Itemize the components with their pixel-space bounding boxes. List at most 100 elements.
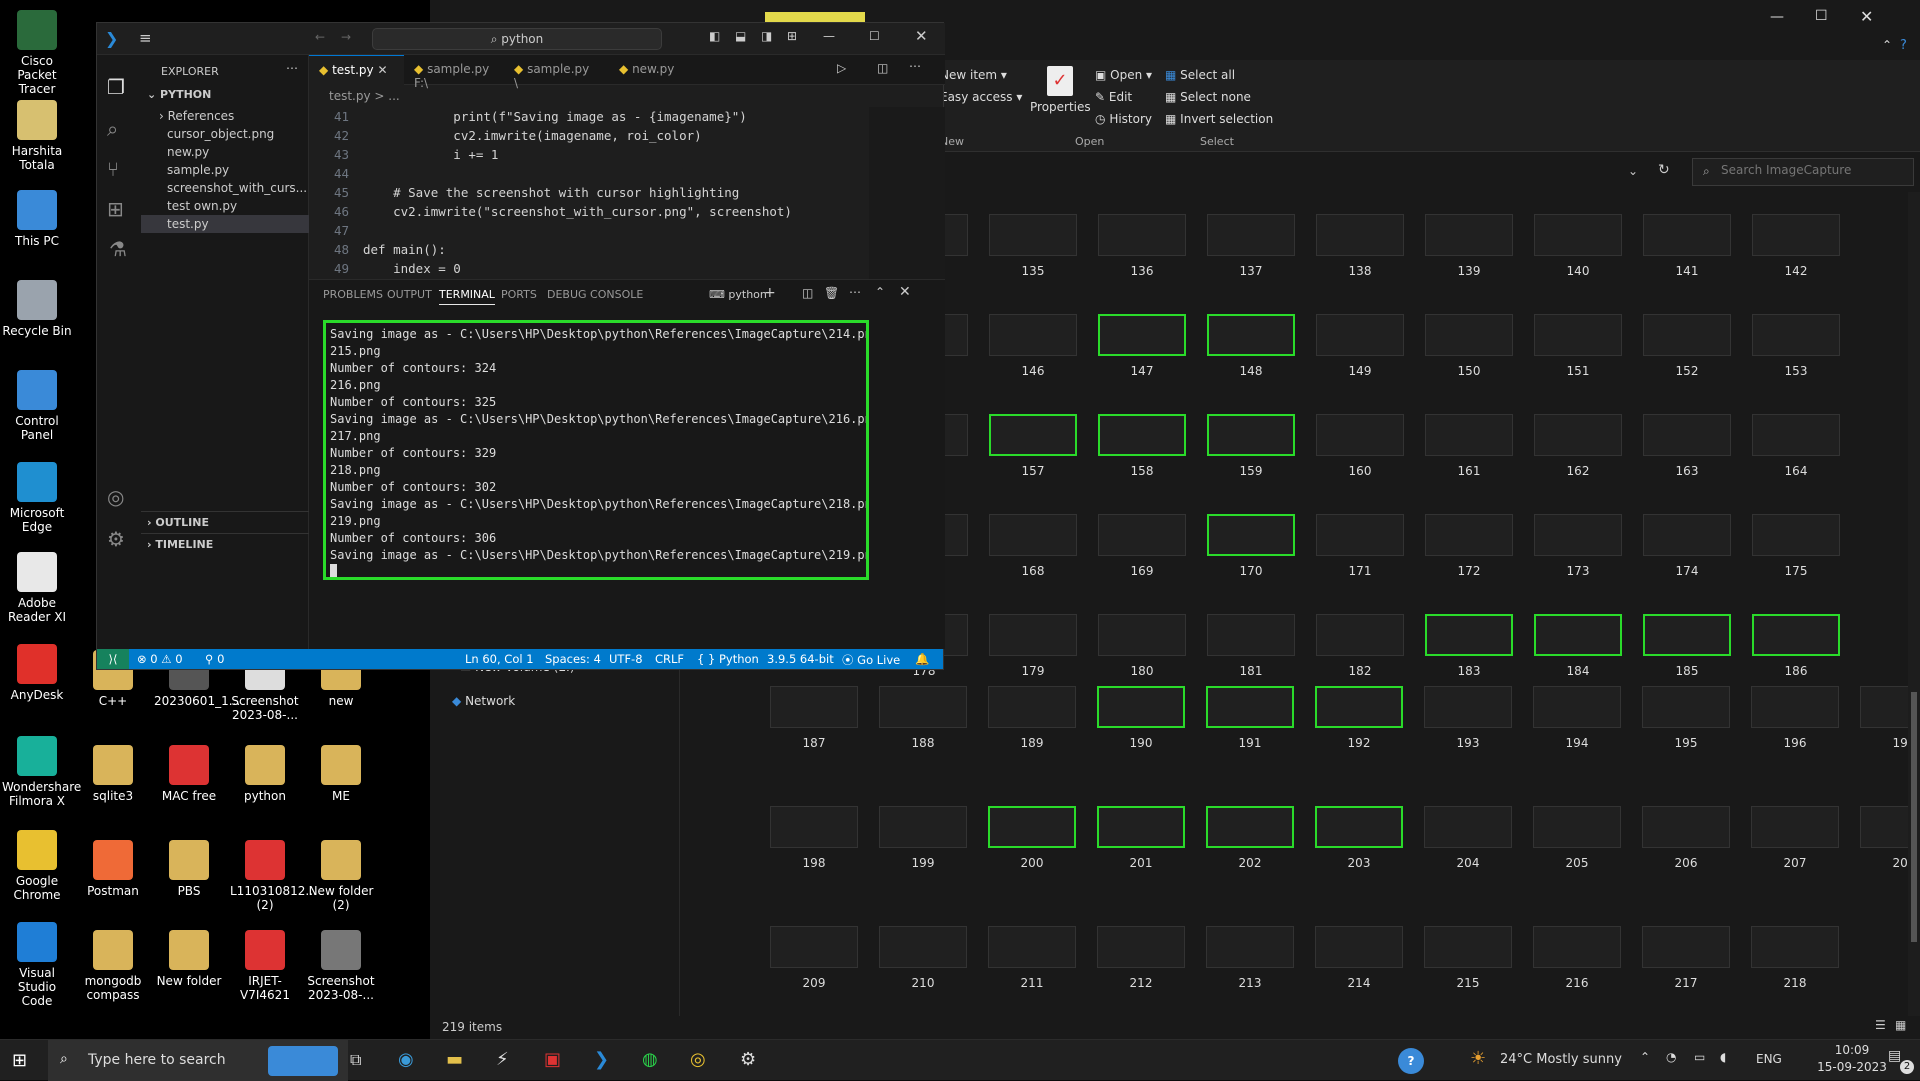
select-all-button[interactable]: ▦ Select all bbox=[1165, 68, 1235, 82]
image-thumbnail[interactable] bbox=[1752, 214, 1840, 256]
layout-icon[interactable]: ⊞ bbox=[787, 29, 797, 43]
image-thumbnail[interactable] bbox=[1097, 926, 1185, 968]
image-thumbnail[interactable] bbox=[1206, 926, 1294, 968]
search-icon[interactable]: ⌕ bbox=[107, 117, 118, 141]
edge-taskbar-icon[interactable]: ◉ bbox=[398, 1049, 414, 1070]
image-thumbnail[interactable] bbox=[1425, 214, 1513, 256]
edit-button[interactable]: ✎ Edit bbox=[1095, 90, 1132, 104]
image-thumbnail[interactable] bbox=[1207, 414, 1295, 456]
image-thumbnail[interactable] bbox=[1097, 686, 1185, 728]
desktop-icon[interactable]: New folder (2) bbox=[306, 840, 376, 912]
code-line[interactable]: 49 index = 0 bbox=[309, 259, 869, 278]
start-windows-icon[interactable]: ⊞ bbox=[12, 1050, 27, 1071]
image-thumbnail[interactable] bbox=[1643, 414, 1731, 456]
collapse-ribbon-icon[interactable]: ⌃ bbox=[1882, 38, 1892, 52]
image-thumbnail[interactable] bbox=[989, 314, 1077, 356]
terminal-selector[interactable]: ⌨ python bbox=[709, 288, 767, 301]
image-thumbnail[interactable] bbox=[989, 214, 1077, 256]
kill-terminal-icon[interactable]: 🗑 bbox=[824, 286, 839, 300]
editor-tab[interactable]: ◆ sample.py \ bbox=[504, 55, 604, 90]
maximize-panel-icon[interactable]: ⌃ bbox=[875, 285, 885, 299]
chrome-taskbar-icon[interactable]: ◎ bbox=[690, 1049, 706, 1070]
desktop-icon[interactable]: Wondershare Filmora X bbox=[2, 736, 81, 808]
timeline-section[interactable]: › TIMELINE bbox=[141, 533, 309, 555]
extensions-icon[interactable]: ⊞ bbox=[107, 197, 124, 221]
terminal-output[interactable]: Saving image as - C:\Users\HP\Desktop\py… bbox=[323, 320, 869, 580]
image-thumbnail[interactable] bbox=[1425, 414, 1513, 456]
image-thumbnail[interactable] bbox=[1534, 214, 1622, 256]
maximize-button[interactable]: ☐ bbox=[1815, 8, 1828, 24]
language-mode[interactable]: { } Python bbox=[697, 652, 759, 666]
image-thumbnail[interactable] bbox=[1207, 314, 1295, 356]
image-thumbnail[interactable] bbox=[1752, 614, 1840, 656]
folder-python[interactable]: ⌄ PYTHON bbox=[147, 88, 211, 101]
image-thumbnail[interactable] bbox=[1642, 686, 1730, 728]
image-thumbnail[interactable] bbox=[1316, 414, 1404, 456]
desktop-icon[interactable]: Cisco Packet Tracer bbox=[2, 10, 72, 96]
image-thumbnail[interactable] bbox=[1642, 806, 1730, 848]
image-thumbnail[interactable] bbox=[1752, 314, 1840, 356]
file-tree-item[interactable]: new.py bbox=[141, 143, 309, 161]
desktop-icon[interactable]: Harshita Totala bbox=[2, 100, 72, 172]
desktop-icon[interactable]: Microsoft Edge bbox=[2, 462, 72, 534]
cursor-position[interactable]: Ln 60, Col 1 bbox=[465, 652, 534, 666]
minimize-button[interactable]: — bbox=[1770, 9, 1784, 25]
vscode-minimize[interactable]: — bbox=[823, 29, 835, 43]
vscode-maximize[interactable]: ☐ bbox=[869, 29, 880, 43]
help-icon[interactable]: ? bbox=[1900, 38, 1907, 53]
open-button[interactable]: ▣ Open ▾ bbox=[1095, 68, 1152, 82]
breadcrumb[interactable]: test.py > ... bbox=[329, 89, 400, 103]
image-thumbnail[interactable] bbox=[1207, 214, 1295, 256]
easy-access-button[interactable]: Easy access ▾ bbox=[940, 90, 1022, 104]
vscode-close[interactable]: ✕ bbox=[915, 27, 928, 45]
desktop-icon[interactable]: mongodb compass bbox=[78, 930, 148, 1002]
image-thumbnail[interactable] bbox=[1315, 926, 1403, 968]
desktop-icon[interactable]: IRJET-V7I4621 bbox=[230, 930, 300, 1002]
image-thumbnail[interactable] bbox=[1206, 686, 1294, 728]
code-line[interactable]: 48 def main(): bbox=[309, 240, 869, 259]
pycharm-taskbar-icon[interactable]: ▣ bbox=[544, 1049, 561, 1070]
file-tree-item[interactable]: test own.py bbox=[141, 197, 309, 215]
clock[interactable]: 10:09 15-09-2023 bbox=[1812, 1042, 1892, 1076]
python-version[interactable]: 3.9.5 64-bit bbox=[767, 652, 834, 666]
vscode-taskbar-icon[interactable]: ❯ bbox=[594, 1049, 609, 1070]
taskbar-search[interactable]: ⌕ Type here to search bbox=[48, 1040, 348, 1081]
nav-item-network[interactable]: ◆ Network bbox=[452, 694, 515, 708]
image-thumbnail[interactable] bbox=[1751, 926, 1839, 968]
refresh-icon[interactable]: ↻ bbox=[1658, 162, 1670, 178]
image-thumbnail[interactable] bbox=[1207, 614, 1295, 656]
image-thumbnail[interactable] bbox=[989, 614, 1077, 656]
invert-selection-button[interactable]: ▦ Invert selection bbox=[1165, 112, 1273, 126]
run-icon[interactable]: ▷ bbox=[837, 61, 846, 75]
file-tree-item[interactable]: sample.py bbox=[141, 161, 309, 179]
file-tree-item[interactable]: screenshot_with_curs... bbox=[141, 179, 309, 197]
image-thumbnail[interactable] bbox=[988, 806, 1076, 848]
minimap[interactable] bbox=[869, 107, 945, 279]
image-thumbnail[interactable] bbox=[988, 686, 1076, 728]
image-thumbnail[interactable] bbox=[1316, 514, 1404, 556]
image-thumbnail[interactable] bbox=[1751, 686, 1839, 728]
panel-tab[interactable]: OUTPUT bbox=[387, 288, 432, 301]
indentation[interactable]: Spaces: 4 bbox=[545, 652, 601, 666]
image-thumbnail[interactable] bbox=[1643, 214, 1731, 256]
desktop-icon[interactable]: Adobe Reader XI bbox=[2, 552, 72, 624]
image-thumbnail[interactable] bbox=[770, 806, 858, 848]
show-hidden-icons[interactable]: ⌃ bbox=[1640, 1050, 1650, 1064]
code-line[interactable]: 41 print(f"Saving image as - {imagename}… bbox=[309, 107, 869, 126]
notifications-bell-icon[interactable]: 🔔 bbox=[915, 652, 929, 666]
scrollbar-thumb[interactable] bbox=[1911, 692, 1917, 942]
image-thumbnail[interactable] bbox=[1643, 514, 1731, 556]
input-language[interactable]: ENG bbox=[1756, 1052, 1782, 1066]
image-thumbnail[interactable] bbox=[1315, 806, 1403, 848]
network-tray-icon[interactable]: ◔ bbox=[1666, 1050, 1676, 1064]
editor-tab[interactable]: ◆ sample.py F:\ bbox=[404, 55, 504, 90]
image-thumbnail[interactable] bbox=[988, 926, 1076, 968]
desktop-icon[interactable]: AnyDesk bbox=[2, 644, 72, 702]
terminal-taskbar-icon[interactable]: ⚡ bbox=[496, 1049, 509, 1070]
image-thumbnail[interactable] bbox=[1643, 614, 1731, 656]
toggle-panel-icon[interactable]: ⬓ bbox=[735, 29, 746, 43]
image-thumbnail[interactable] bbox=[1533, 926, 1621, 968]
volume-icon[interactable]: ◖ bbox=[1720, 1050, 1726, 1064]
image-thumbnail[interactable] bbox=[1751, 806, 1839, 848]
image-thumbnail[interactable] bbox=[1425, 614, 1513, 656]
